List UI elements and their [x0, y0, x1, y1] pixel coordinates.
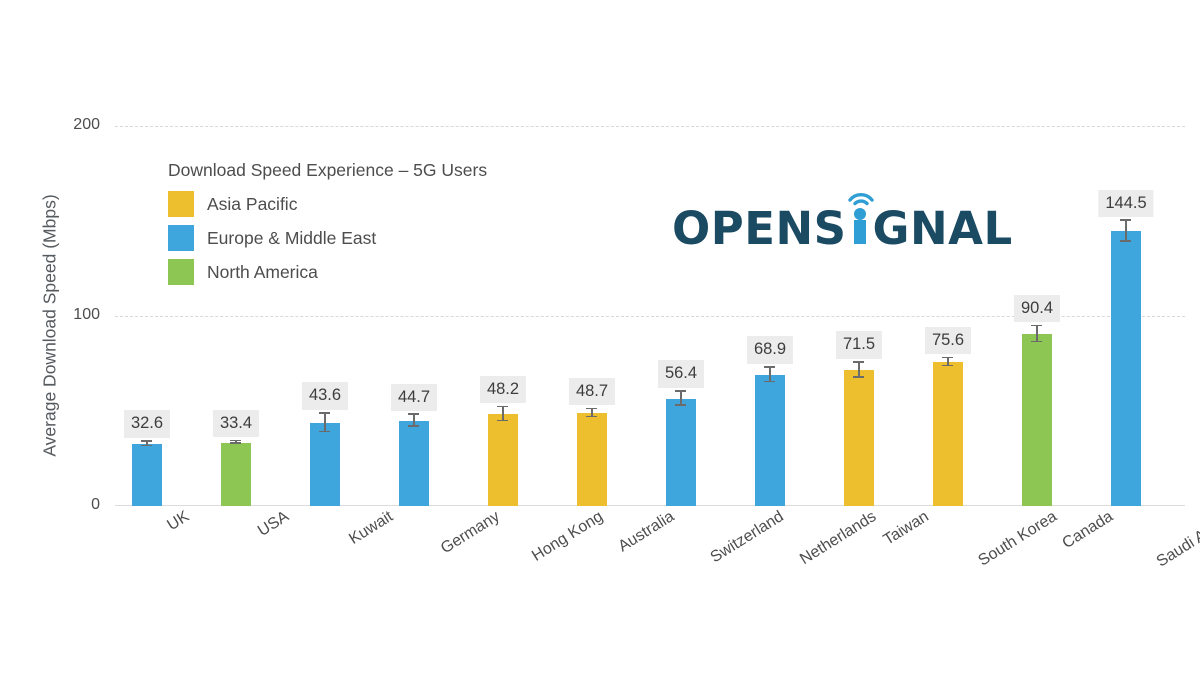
- error-bar-cap-top: [408, 413, 419, 415]
- bar-value-label: 56.4: [657, 360, 705, 388]
- opensignal-logo: OPENS GNAL: [672, 193, 1013, 255]
- bar[interactable]: [399, 421, 429, 506]
- error-bar-cap-top: [675, 390, 686, 392]
- logo-text-suffix: GNAL: [872, 202, 1013, 255]
- logo-i-dot: [853, 208, 866, 220]
- x-axis-tick-label: Hong Kong: [529, 508, 607, 565]
- legend-item[interactable]: Asia Pacific: [168, 191, 487, 217]
- bar-value-label: 90.4: [1013, 294, 1061, 323]
- bar[interactable]: [755, 375, 785, 506]
- error-bar-cap-bottom: [853, 375, 864, 378]
- bar-value-label: 71.5: [835, 331, 883, 359]
- bar-value-label: 32.6: [123, 410, 171, 438]
- error-bar-cap-top: [1031, 324, 1042, 327]
- error-bar-cap-top: [853, 360, 864, 363]
- x-axis-tick-label: Taiwan: [880, 508, 932, 549]
- error-bar-cap-bottom: [141, 444, 152, 447]
- legend-item[interactable]: Europe & Middle East: [168, 225, 487, 251]
- bar-value-label: 144.5: [1098, 189, 1154, 217]
- legend-item[interactable]: North America: [168, 259, 487, 285]
- bar[interactable]: [310, 423, 340, 506]
- bar-value-label: 44.7: [390, 383, 438, 411]
- error-bar-cap-top: [230, 439, 241, 442]
- x-axis-tick-label: Kuwait: [346, 508, 397, 548]
- y-axis-title: Average Download Speed (Mbps): [39, 194, 60, 457]
- error-bar-cap-bottom: [586, 415, 597, 418]
- legend-swatch: [168, 191, 194, 217]
- x-axis-tick-label: Australia: [615, 508, 678, 556]
- bar-value-label: 48.2: [479, 375, 527, 404]
- error-bar: [1125, 221, 1127, 242]
- x-axis-tick-label: South Korea: [975, 508, 1060, 570]
- error-bar-cap-top: [497, 405, 508, 408]
- logo-signal-i-icon: [847, 193, 874, 244]
- x-axis-tick-label: Canada: [1059, 508, 1117, 553]
- error-bar-cap-top: [319, 412, 330, 414]
- bar-group[interactable]: 48.7: [568, 126, 616, 506]
- bar[interactable]: [132, 444, 162, 506]
- error-bar-cap-top: [764, 365, 775, 368]
- legend-swatch: [168, 259, 194, 285]
- bar-group[interactable]: 75.6: [924, 126, 972, 506]
- error-bar-cap-top: [1120, 219, 1131, 221]
- error-bar-cap-bottom: [675, 404, 686, 406]
- bar-value-label: 48.7: [568, 377, 616, 406]
- bar-group[interactable]: 144.5: [1098, 126, 1154, 506]
- legend-item-label: Asia Pacific: [207, 193, 298, 214]
- error-bar: [324, 413, 326, 433]
- bar[interactable]: [221, 442, 251, 506]
- error-bar-cap-bottom: [1120, 240, 1131, 242]
- bar[interactable]: [666, 398, 696, 506]
- x-axis-tick-labels: UK USA Kuwait Germany Hong Kong Australia Swit…: [115, 508, 1200, 628]
- error-bar-cap-top: [141, 440, 152, 442]
- y-axis-tick-0: 0: [91, 496, 100, 513]
- legend-title: Download Speed Experience – 5G Users: [168, 160, 488, 180]
- legend: Download Speed Experience – 5G Users Asi…: [168, 160, 487, 293]
- bar-value-label: 68.9: [746, 336, 794, 364]
- error-bar-cap-bottom: [319, 430, 330, 433]
- error-bar-cap-bottom: [230, 442, 241, 444]
- logo-i-stem: [853, 220, 866, 244]
- bar-value-label: 43.6: [301, 382, 349, 410]
- y-axis-tick-200: 200: [73, 116, 100, 133]
- x-axis-tick-label: USA: [255, 508, 292, 540]
- legend-swatch: [168, 225, 194, 251]
- legend-items: Asia Pacific Europe & Middle East North Am…: [168, 191, 487, 285]
- x-axis-tick-label: Saudi Arabia: [1153, 508, 1200, 571]
- bar[interactable]: [577, 413, 607, 506]
- x-axis-tick-label: Netherlands: [797, 508, 880, 569]
- bar[interactable]: [1022, 334, 1052, 506]
- x-axis-tick-label: Switzerland: [707, 508, 787, 567]
- x-axis-tick-label: Germany: [437, 508, 503, 558]
- signal-waves-icon: [843, 178, 879, 206]
- error-bar-cap-top: [942, 356, 953, 359]
- bar-chart: Average Download Speed (Mbps) 0 100 200 32…: [0, 0, 1200, 675]
- error-bar-cap-bottom: [497, 419, 508, 422]
- bar-group[interactable]: 32.6: [123, 126, 171, 506]
- bar-value-label: 75.6: [924, 326, 972, 355]
- bar[interactable]: [933, 362, 963, 506]
- error-bar-cap-top: [586, 407, 597, 410]
- bar-group[interactable]: 68.9: [746, 126, 794, 506]
- error-bar-cap-bottom: [1031, 340, 1042, 343]
- bar-value-label: 33.4: [212, 409, 260, 438]
- logo-text-prefix: OPENS: [672, 202, 847, 255]
- bar[interactable]: [844, 370, 874, 506]
- x-axis-tick-label: UK: [164, 508, 193, 535]
- legend-item-label: Europe & Middle East: [207, 227, 377, 248]
- legend-item-label: North America: [207, 261, 318, 282]
- bar[interactable]: [1111, 231, 1141, 506]
- error-bar-cap-bottom: [764, 380, 775, 383]
- error-bar-cap-bottom: [408, 425, 419, 427]
- bar-group[interactable]: 90.4: [1013, 126, 1061, 506]
- bar-group[interactable]: 48.2: [479, 126, 527, 506]
- bar-group[interactable]: 56.4: [657, 126, 705, 506]
- error-bar-cap-bottom: [942, 364, 953, 367]
- y-axis-tick-100: 100: [73, 306, 100, 323]
- bar[interactable]: [488, 414, 518, 506]
